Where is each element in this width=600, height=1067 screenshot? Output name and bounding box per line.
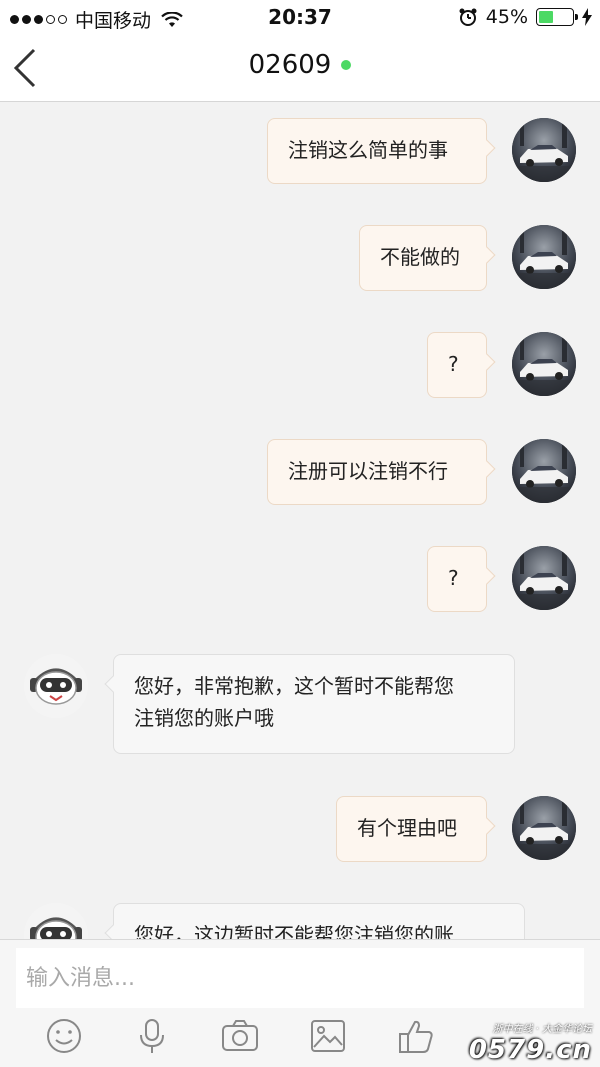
message-row: 您好，非常抱歉，这个暂时不能帮您 注销您的账户哦 bbox=[0, 654, 600, 754]
online-status-icon bbox=[341, 60, 352, 70]
site-watermark: 浙中在线 · 大金华论坛 0579.cn bbox=[469, 1020, 592, 1065]
battery-percent: 45% bbox=[485, 6, 528, 28]
message-text: ? bbox=[448, 566, 459, 590]
watermark-subtitle: 浙中在线 · 大金华论坛 bbox=[492, 1024, 592, 1035]
message-row: 注销这么简单的事 bbox=[0, 118, 600, 184]
watermark-logo: 0579.cn bbox=[468, 1035, 592, 1065]
message-text: 注册可以注销不行 bbox=[288, 459, 448, 483]
message-row: 您好，这边暂时不能帮您注销您的账 bbox=[0, 903, 600, 939]
sent-message-bubble[interactable]: 注销这么简单的事 bbox=[267, 118, 487, 184]
status-bar: 中国移动 20:37 45% bbox=[0, 0, 600, 34]
user-avatar[interactable] bbox=[512, 225, 576, 289]
status-right: 45% bbox=[458, 6, 592, 28]
message-text: 不能做的 bbox=[380, 245, 460, 269]
message-row: 注册可以注销不行 bbox=[0, 439, 600, 505]
sent-message-bubble[interactable]: 有个理由吧 bbox=[336, 796, 487, 862]
message-row: 不能做的 bbox=[0, 225, 600, 291]
agent-avatar[interactable] bbox=[24, 654, 88, 718]
sent-message-bubble[interactable]: ? bbox=[427, 546, 487, 612]
received-message-bubble[interactable]: 您好，非常抱歉，这个暂时不能帮您 注销您的账户哦 bbox=[113, 654, 515, 754]
emoji-icon[interactable] bbox=[44, 1016, 84, 1056]
conversation-title: 02609 bbox=[248, 50, 332, 80]
message-text: ? bbox=[448, 352, 459, 376]
message-row: 有个理由吧 bbox=[0, 796, 600, 862]
image-icon[interactable] bbox=[308, 1016, 348, 1056]
message-text: 注销这么简单的事 bbox=[288, 138, 448, 162]
sent-message-bubble[interactable]: 不能做的 bbox=[359, 225, 487, 291]
nav-bar: 02609 bbox=[0, 34, 600, 102]
microphone-icon[interactable] bbox=[132, 1016, 172, 1056]
message-text: 您好，非常抱歉，这个暂时不能帮您 bbox=[134, 674, 454, 698]
user-avatar[interactable] bbox=[512, 118, 576, 182]
message-text: 有个理由吧 bbox=[357, 816, 457, 840]
camera-icon[interactable] bbox=[220, 1016, 260, 1056]
message-text: 您好，这边暂时不能帮您注销您的账 bbox=[134, 923, 454, 939]
agent-avatar[interactable] bbox=[24, 903, 88, 939]
user-avatar[interactable] bbox=[512, 439, 576, 503]
battery-level bbox=[539, 11, 554, 23]
battery-icon bbox=[536, 8, 578, 26]
received-message-bubble[interactable]: 您好，这边暂时不能帮您注销您的账 bbox=[113, 903, 525, 939]
message-row: ? bbox=[0, 546, 600, 612]
chat-message-list[interactable]: 注销这么简单的事不能做的? 注册可以注销不行? 您好，非常抱歉，这个暂时不能帮您 注销… bbox=[0, 103, 600, 939]
sent-message-bubble[interactable]: 注册可以注销不行 bbox=[267, 439, 487, 505]
sent-message-bubble[interactable]: ? bbox=[427, 332, 487, 398]
message-text: 注销您的账户哦 bbox=[134, 706, 274, 730]
thumbs-up-icon[interactable] bbox=[396, 1016, 436, 1056]
message-input[interactable] bbox=[16, 948, 584, 1008]
user-avatar[interactable] bbox=[512, 546, 576, 610]
user-avatar[interactable] bbox=[512, 796, 576, 860]
charging-bolt-icon bbox=[582, 8, 592, 26]
message-row: ? bbox=[0, 332, 600, 398]
nav-title-wrap: 02609 bbox=[0, 50, 600, 80]
user-avatar[interactable] bbox=[512, 332, 576, 396]
alarm-clock-icon bbox=[459, 8, 477, 26]
